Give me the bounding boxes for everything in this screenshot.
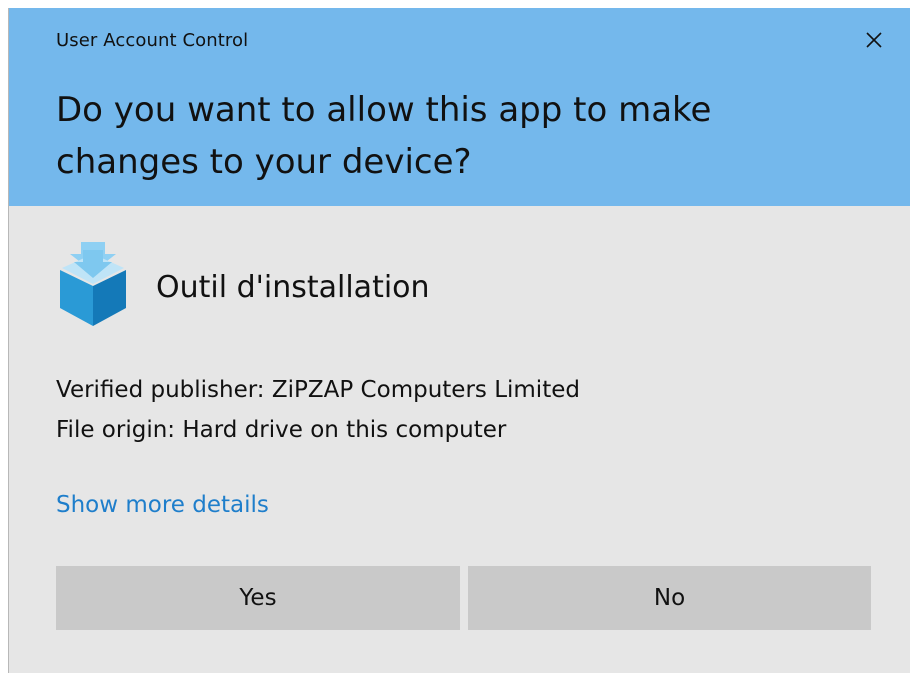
window-title: User Account Control	[56, 30, 249, 51]
yes-button[interactable]: Yes	[56, 566, 460, 630]
app-details: Verified publisher: ZiPZAP Computers Lim…	[56, 370, 580, 450]
uac-dialog: User Account Control Do you want to allo…	[8, 8, 910, 673]
close-button[interactable]	[852, 20, 896, 64]
close-icon	[864, 30, 884, 54]
app-info: Outil d'installation	[56, 242, 430, 326]
dialog-header: User Account Control Do you want to allo…	[9, 8, 910, 206]
publisher-line: Verified publisher: ZiPZAP Computers Lim…	[56, 377, 580, 403]
no-button[interactable]: No	[468, 566, 871, 630]
origin-line: File origin: Hard drive on this computer	[56, 417, 507, 443]
app-name: Outil d'installation	[156, 269, 430, 305]
show-more-details-link[interactable]: Show more details	[56, 492, 269, 518]
installer-box-icon	[56, 242, 130, 326]
permission-prompt: Do you want to allow this app to make ch…	[56, 90, 712, 182]
